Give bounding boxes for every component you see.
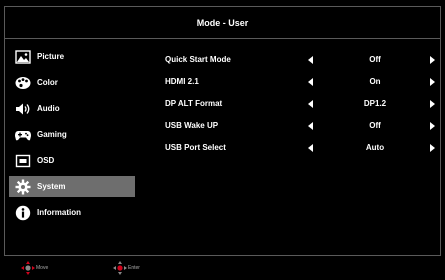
arrow-right-icon[interactable] bbox=[429, 100, 435, 108]
sidebar-item-audio[interactable]: Audio bbox=[9, 98, 135, 119]
enter-hint: Enter bbox=[112, 260, 140, 276]
sidebar-item-information[interactable]: Information bbox=[9, 202, 135, 223]
sidebar-item-label: Picture bbox=[37, 52, 65, 61]
setting-row-hdmi-2-1[interactable]: HDMI 2.1 On bbox=[165, 77, 440, 99]
sidebar-item-system[interactable]: System bbox=[9, 176, 135, 197]
setting-label: DP ALT Format bbox=[165, 99, 223, 108]
setting-value: Off bbox=[369, 121, 381, 130]
setting-row-quick-start-mode[interactable]: Quick Start Mode Off bbox=[165, 55, 440, 77]
osd-title: Mode - User bbox=[5, 7, 440, 39]
arrow-left-icon[interactable] bbox=[308, 56, 314, 64]
gamepad-icon bbox=[15, 127, 31, 143]
sidebar-item-osd[interactable]: OSD bbox=[9, 150, 135, 171]
sidebar-item-color[interactable]: Color bbox=[9, 72, 135, 93]
arrow-right-icon[interactable] bbox=[429, 78, 435, 86]
dpad-move-icon bbox=[21, 261, 35, 275]
gear-icon bbox=[15, 179, 31, 195]
osd-sidebar: Picture Color Audio Gaming OSD System In… bbox=[9, 46, 135, 228]
sidebar-item-label: OSD bbox=[37, 156, 55, 165]
setting-label: USB Wake UP bbox=[165, 121, 219, 130]
sidebar-item-label: Audio bbox=[37, 104, 60, 113]
setting-label: Quick Start Mode bbox=[165, 55, 231, 64]
arrow-right-icon[interactable] bbox=[429, 56, 435, 64]
sidebar-item-label: Information bbox=[37, 208, 81, 217]
setting-value: DP1.2 bbox=[363, 99, 387, 108]
arrow-right-icon[interactable] bbox=[429, 122, 435, 130]
picture-icon bbox=[15, 49, 31, 65]
move-hint-label: Move bbox=[36, 265, 49, 271]
setting-value: On bbox=[369, 77, 381, 86]
settings-panel: Quick Start Mode Off HDMI 2.1 On DP ALT … bbox=[165, 55, 440, 165]
setting-row-usb-port-select[interactable]: USB Port Select Auto bbox=[165, 143, 440, 165]
arrow-left-icon[interactable] bbox=[308, 144, 314, 152]
arrow-left-icon[interactable] bbox=[308, 78, 314, 86]
palette-icon bbox=[15, 75, 31, 91]
enter-hint-label: Enter bbox=[128, 265, 140, 271]
setting-value: Auto bbox=[365, 143, 385, 152]
info-icon bbox=[15, 205, 31, 221]
dpad-enter-icon bbox=[113, 261, 127, 275]
sidebar-item-gaming[interactable]: Gaming bbox=[9, 124, 135, 145]
speaker-icon bbox=[15, 101, 31, 117]
arrow-right-icon[interactable] bbox=[429, 144, 435, 152]
osd-footer: Move Enter bbox=[0, 256, 445, 280]
setting-label: USB Port Select bbox=[165, 143, 226, 152]
sidebar-item-label: Color bbox=[37, 78, 58, 87]
arrow-left-icon[interactable] bbox=[308, 122, 314, 130]
move-hint: Move bbox=[20, 260, 48, 276]
sidebar-item-label: Gaming bbox=[37, 130, 67, 139]
setting-row-dp-alt-format[interactable]: DP ALT Format DP1.2 bbox=[165, 99, 440, 121]
arrow-left-icon[interactable] bbox=[308, 100, 314, 108]
setting-label: HDMI 2.1 bbox=[165, 77, 199, 86]
osd-icon bbox=[15, 153, 31, 169]
setting-value: Off bbox=[369, 55, 381, 64]
sidebar-item-label: System bbox=[37, 182, 66, 191]
sidebar-item-picture[interactable]: Picture bbox=[9, 46, 135, 67]
osd-window: Mode - User Picture Color Audio Gaming O… bbox=[4, 6, 441, 256]
setting-row-usb-wake-up[interactable]: USB Wake UP Off bbox=[165, 121, 440, 143]
